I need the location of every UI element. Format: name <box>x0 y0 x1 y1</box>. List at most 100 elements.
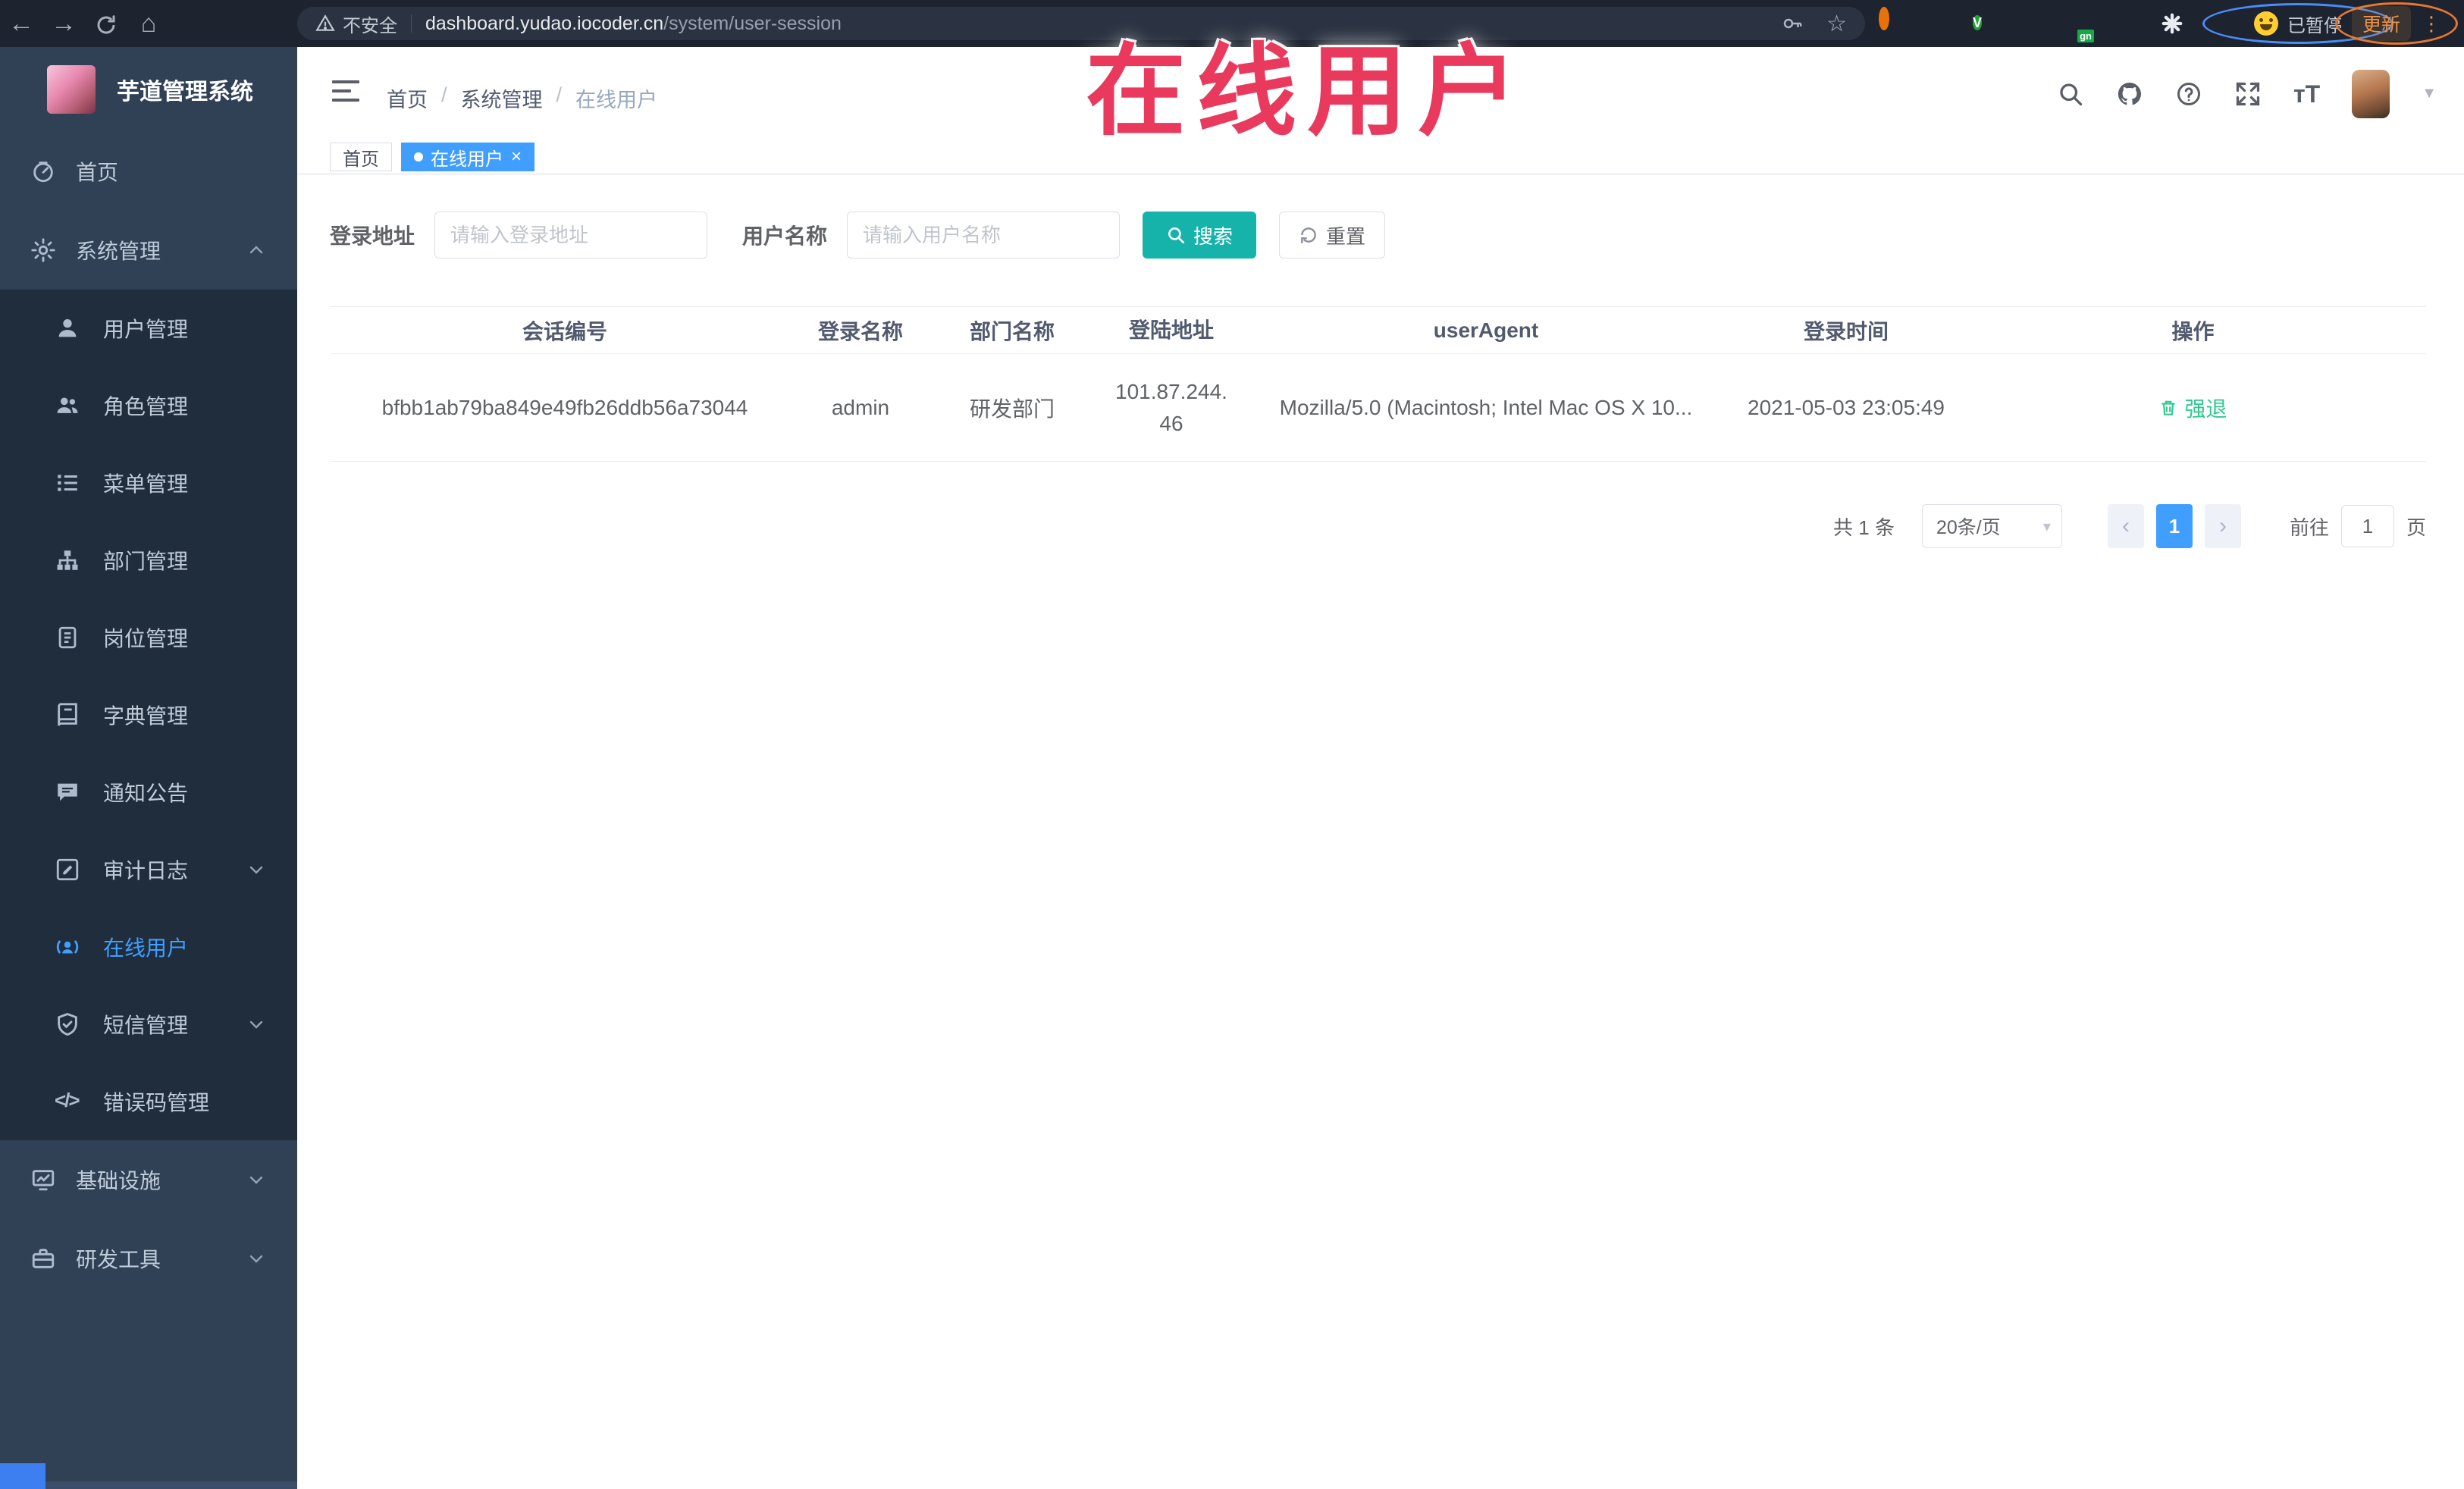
sidebar-item-sms-management[interactable]: 短信管理 <box>0 986 297 1063</box>
sidebar-item-post-management[interactable]: 岗位管理 <box>0 599 297 676</box>
refresh-icon <box>1301 227 1316 243</box>
force-logout-label: 强退 <box>2184 397 2227 421</box>
chevron-down-icon <box>247 860 265 879</box>
breadcrumb-separator: / <box>556 83 563 106</box>
sidebar-item-label: 角色管理 <box>103 395 189 418</box>
bookmark-star-icon[interactable]: ☆ <box>1826 11 1847 37</box>
github-icon[interactable] <box>2116 80 2143 108</box>
cell-login-ip: 101.87.244.46 <box>1115 379 1227 435</box>
page-size-select[interactable]: 20条/页 ▾ <box>1921 504 2062 548</box>
prev-page-button[interactable]: ‹ <box>2107 504 2144 548</box>
avatar-caret-icon[interactable]: ▼ <box>2422 85 2437 102</box>
force-logout-button[interactable]: 强退 <box>2158 393 2227 423</box>
breadcrumb-separator: / <box>441 83 447 106</box>
dict-book-icon <box>55 702 80 728</box>
close-icon[interactable]: × <box>511 148 522 166</box>
red-annotation-text: 在线用户 <box>1086 36 1528 147</box>
page-number-button[interactable]: 1 <box>2155 504 2193 548</box>
browser-extensions: V gn <box>1879 0 2183 47</box>
chevron-down-icon <box>247 1249 265 1268</box>
sidebar-item-user-management[interactable]: 用户管理 <box>0 290 297 367</box>
chevron-down-icon <box>247 1015 265 1033</box>
username-input[interactable] <box>847 212 1121 259</box>
browser-back-icon[interactable]: ← <box>0 9 42 39</box>
omnibox-divider <box>411 14 412 33</box>
sidebar-item-label: 审计日志 <box>103 859 189 882</box>
table-row: bfbb1ab79ba849e49fb26ddb56a73044 admin 研… <box>330 354 2426 462</box>
person-extension-icon[interactable] <box>2021 14 2041 33</box>
breadcrumb: 首页 / 系统管理 / 在线用户 <box>387 83 657 113</box>
sidebar-item-infrastructure[interactable]: 基础设施 <box>0 1140 297 1219</box>
error-code-icon: </> <box>55 1089 80 1111</box>
sidebar-item-dict-management[interactable]: 字典管理 <box>0 676 297 754</box>
sidebar-item-role-management[interactable]: 角色管理 <box>0 367 297 444</box>
reset-button[interactable]: 重置 <box>1279 212 1386 259</box>
tab-label: 在线用户 <box>431 149 503 170</box>
column-header-user-agent: userAgent <box>1433 318 1539 342</box>
sidebar-item-label: 首页 <box>76 161 119 184</box>
sidebar-item-notice[interactable]: 通知公告 <box>0 754 297 831</box>
sidebar-item-label: 字典管理 <box>103 704 189 728</box>
password-key-icon[interactable] <box>1781 12 1804 35</box>
browser-home-icon[interactable]: ⌂ <box>127 9 170 39</box>
search-form: 登录地址 用户名称 搜索 重置 <box>330 211 1386 259</box>
green-circle-extension-icon[interactable]: V <box>1973 12 1995 35</box>
help-icon[interactable] <box>2175 80 2202 108</box>
online-users-table: 会话编号 登录名称 部门名称 登陆地址 userAgent 登录时间 操作 bf… <box>330 306 2426 462</box>
app-title: 芋道管理系统 <box>117 80 253 105</box>
sidebar-item-error-code-management[interactable]: </> 错误码管理 <box>0 1063 297 1140</box>
dashboard-icon <box>30 158 56 184</box>
orange-ring-extension-icon[interactable] <box>1879 7 1901 35</box>
sidebar-item-label: 研发工具 <box>76 1248 161 1271</box>
infrastructure-icon <box>30 1167 56 1193</box>
pagination-total: 共 1 条 <box>1833 516 1895 539</box>
breadcrumb-home[interactable]: 首页 <box>387 83 428 113</box>
flower-extension-icon[interactable] <box>2161 12 2183 35</box>
sidebar-logo-row[interactable]: 芋道管理系统 <box>0 47 297 132</box>
not-secure-warning[interactable]: 不安全 <box>315 11 397 37</box>
tab-home[interactable]: 首页 <box>330 143 392 171</box>
avatar[interactable] <box>2352 69 2390 118</box>
dept-tree-icon <box>55 547 80 573</box>
warning-icon <box>315 14 335 31</box>
emoji-face-icon <box>2254 11 2278 36</box>
update-button[interactable]: 更新 <box>2351 6 2411 41</box>
column-header-login-ip: 登陆地址 <box>1128 318 1214 342</box>
browser-address-bar[interactable]: 不安全 dashboard.yudao.iocoder.cn/system/us… <box>297 7 1865 40</box>
search-button[interactable]: 搜索 <box>1143 212 1257 259</box>
sidebar-toggle-icon[interactable] <box>332 80 359 106</box>
search-icon[interactable] <box>2057 80 2084 108</box>
column-header-session-id: 会话编号 <box>522 319 607 343</box>
column-header-login-name: 登录名称 <box>817 319 903 343</box>
tab-online-users[interactable]: 在线用户 × <box>401 143 535 171</box>
sidebar-item-online-users[interactable]: 在线用户 <box>0 908 297 986</box>
sidebar-item-system-management[interactable]: 系统管理 <box>0 211 297 290</box>
breadcrumb-system-management[interactable]: 系统管理 <box>461 83 543 113</box>
browser-forward-icon[interactable]: → <box>42 9 85 39</box>
sidebar-item-dev-tools[interactable]: 研发工具 <box>0 1219 297 1298</box>
table-header-row: 会话编号 登录名称 部门名称 登陆地址 userAgent 登录时间 操作 <box>330 307 2426 354</box>
bottom-left-blue-box <box>0 1463 45 1489</box>
browser-reload-icon[interactable] <box>85 9 127 39</box>
sidebar-item-home[interactable]: 首页 <box>0 132 297 211</box>
breadcrumb-current: 在线用户 <box>575 89 658 111</box>
fullscreen-icon[interactable] <box>2234 80 2262 108</box>
font-size-icon[interactable]: тT <box>2293 80 2320 108</box>
blue-drop-extension-icon[interactable] <box>1926 12 1948 35</box>
login-address-input[interactable] <box>434 212 708 259</box>
sidebar-item-menu-management[interactable]: 菜单管理 <box>0 444 297 522</box>
trash-icon <box>2161 400 2176 415</box>
database-extension-icon[interactable]: gn <box>2067 12 2094 42</box>
sidebar-item-audit-log[interactable]: 审计日志 <box>0 831 297 908</box>
sidebar: 芋道管理系统 首页 系统管理 用户管理 角色管理 菜单管理 部门管理 岗位管理 … <box>0 47 297 1489</box>
page: ← → ⌂ 不安全 dashboard.yudao.iocoder.cn/sys… <box>0 0 2464 1489</box>
browser-menu-kebab-icon[interactable]: ⋮ <box>2422 14 2441 33</box>
sidebar-item-dept-management[interactable]: 部门管理 <box>0 522 297 599</box>
next-page-button[interactable]: › <box>2204 504 2241 548</box>
chevron-down-icon <box>247 1171 265 1189</box>
reset-button-label: 重置 <box>1326 224 1366 248</box>
sidebar-item-label: 部门管理 <box>103 550 189 573</box>
security-label: 不安全 <box>343 15 397 36</box>
green-leaf-extension-icon[interactable] <box>2114 12 2136 35</box>
goto-page-input[interactable] <box>2340 505 2394 547</box>
